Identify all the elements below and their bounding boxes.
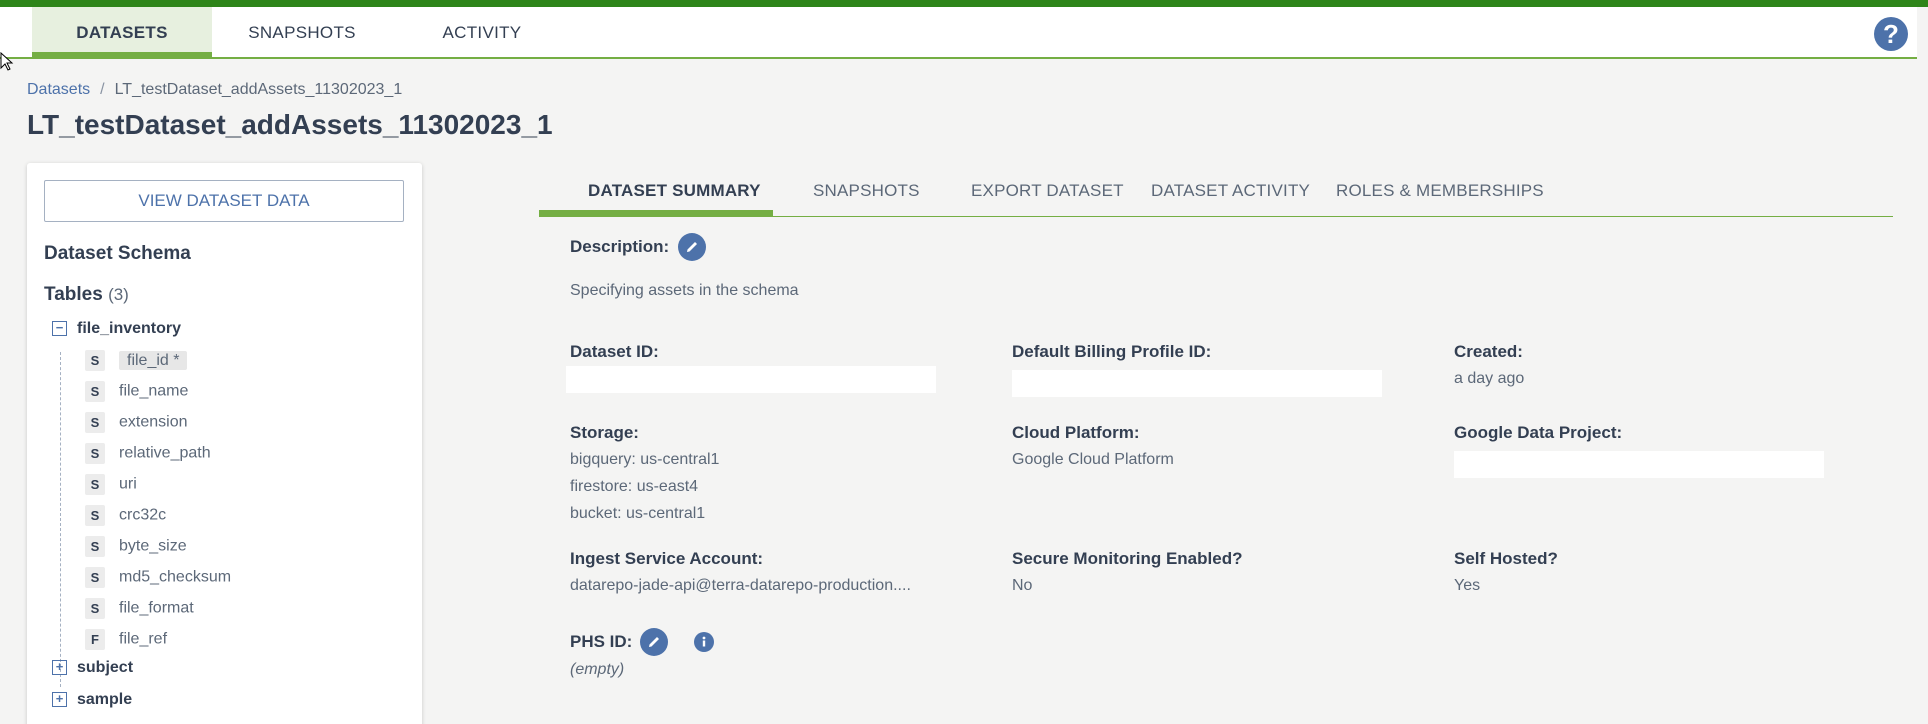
billing-profile-label: Default Billing Profile ID: — [1012, 342, 1212, 361]
brand-stripe — [0, 0, 1928, 7]
table-item-file-inventory[interactable]: − file_inventory — [52, 320, 181, 342]
view-dataset-data-button[interactable]: VIEW DATASET DATA — [44, 180, 404, 222]
column-row[interactable]: Smd5_checksum — [85, 567, 231, 591]
column-type-badge: S — [85, 381, 105, 402]
google-data-project-value — [1454, 451, 1824, 478]
column-row[interactable]: Sextension — [85, 412, 188, 436]
column-type-badge: S — [85, 598, 105, 619]
tables-count: (3) — [108, 285, 129, 304]
top-navigation: DATASETS SNAPSHOTS ACTIVITY ? — [0, 7, 1917, 59]
table-name[interactable]: sample — [77, 691, 132, 708]
edit-description-button[interactable] — [678, 233, 706, 261]
column-row[interactable]: Sbyte_size — [85, 536, 187, 560]
column-type-badge: F — [85, 629, 105, 650]
tab-export-dataset[interactable]: EXPORT DATASET — [971, 181, 1124, 201]
column-type-badge: S — [85, 474, 105, 495]
cloud-platform-label: Cloud Platform: — [1012, 423, 1140, 442]
column-name[interactable]: extension — [119, 414, 188, 431]
column-type-badge: S — [85, 567, 105, 588]
self-hosted-label: Self Hosted? — [1454, 549, 1558, 568]
column-row[interactable]: Sfile_format — [85, 598, 194, 622]
secure-monitoring-label: Secure Monitoring Enabled? — [1012, 549, 1243, 568]
description-label: Description: — [570, 237, 670, 256]
tab-roles-memberships[interactable]: ROLES & MEMBERSHIPS — [1336, 181, 1544, 201]
expand-icon[interactable]: + — [52, 692, 67, 708]
tab-dataset-activity[interactable]: DATASET ACTIVITY — [1151, 181, 1310, 201]
table-item-subject[interactable]: + subject — [52, 659, 133, 681]
column-row[interactable]: Ffile_ref — [85, 629, 167, 653]
column-type-badge: S — [85, 443, 105, 464]
storage-bucket: bucket: us-central1 — [570, 505, 706, 522]
column-type-badge: S — [85, 536, 105, 557]
tab-dataset-summary[interactable]: DATASET SUMMARY — [588, 181, 761, 201]
tab-snapshots[interactable]: SNAPSHOTS — [813, 181, 920, 201]
breadcrumb-separator: / — [100, 81, 105, 98]
table-name[interactable]: subject — [77, 659, 133, 676]
column-row[interactable]: Sfile_id * — [85, 350, 188, 374]
nav-tab-activity[interactable]: ACTIVITY — [392, 7, 572, 59]
ingest-account-label: Ingest Service Account: — [570, 549, 764, 568]
tables-label: Tables — [44, 284, 103, 305]
column-row[interactable]: Sfile_name — [85, 381, 188, 405]
dataset-id-value — [566, 366, 936, 393]
breadcrumb-datasets-link[interactable]: Datasets — [27, 81, 90, 98]
billing-profile-value — [1012, 370, 1382, 397]
created-value: a day ago — [1454, 370, 1525, 387]
column-type-badge: S — [85, 412, 105, 433]
expand-icon[interactable]: + — [52, 660, 67, 676]
help-icon[interactable]: ? — [1874, 17, 1908, 51]
google-data-project-label: Google Data Project: — [1454, 423, 1623, 442]
column-row[interactable]: Scrc32c — [85, 505, 166, 529]
column-type-badge: S — [85, 350, 105, 371]
nav-tab-snapshots[interactable]: SNAPSHOTS — [212, 7, 392, 59]
column-name[interactable]: uri — [119, 476, 137, 493]
edit-phs-id-button[interactable] — [640, 628, 668, 656]
self-hosted-value: Yes — [1454, 577, 1481, 594]
column-name[interactable]: crc32c — [119, 507, 166, 524]
column-name[interactable]: md5_checksum — [119, 569, 231, 586]
active-tab-indicator — [539, 210, 773, 217]
page-title: LT_testDataset_addAssets_11302023_1 — [27, 109, 553, 140]
column-name[interactable]: relative_path — [119, 445, 211, 462]
column-name[interactable]: file_format — [119, 600, 194, 617]
table-name[interactable]: file_inventory — [77, 320, 181, 337]
column-name[interactable]: file_ref — [119, 631, 167, 648]
pencil-icon — [649, 637, 659, 647]
description-value: Specifying assets in the schema — [570, 282, 799, 299]
nav-tab-datasets[interactable]: DATASETS — [32, 7, 212, 59]
column-row[interactable]: Srelative_path — [85, 443, 211, 467]
secure-monitoring-value: No — [1012, 577, 1033, 594]
phs-info-button[interactable] — [694, 632, 714, 652]
column-name[interactable]: file_id * — [119, 350, 188, 370]
phs-id-label: PHS ID: — [570, 632, 633, 651]
created-label: Created: — [1454, 342, 1523, 361]
cloud-platform-value: Google Cloud Platform — [1012, 451, 1174, 468]
mouse-cursor-icon — [0, 52, 14, 71]
table-item-sample[interactable]: + sample — [52, 691, 132, 713]
collapse-icon[interactable]: − — [52, 321, 67, 337]
tree-connector — [60, 352, 61, 687]
info-icon — [702, 636, 706, 647]
column-row[interactable]: Suri — [85, 474, 137, 498]
tables-heading: Tables (3) — [44, 284, 129, 306]
dataset-id-label: Dataset ID: — [570, 342, 659, 361]
storage-bigquery: bigquery: us-central1 — [570, 451, 720, 468]
phs-id-value: (empty) — [570, 661, 625, 678]
pencil-icon — [687, 242, 697, 252]
storage-firestore: firestore: us-east4 — [570, 478, 699, 495]
schema-title: Dataset Schema — [44, 243, 191, 264]
breadcrumb-current: LT_testDataset_addAssets_11302023_1 — [114, 81, 403, 98]
column-type-badge: S — [85, 505, 105, 526]
column-name[interactable]: byte_size — [119, 538, 187, 555]
storage-label: Storage: — [570, 423, 639, 442]
column-name[interactable]: file_name — [119, 383, 188, 400]
breadcrumb: Datasets / LT_testDataset_addAssets_113020… — [27, 81, 402, 99]
ingest-account-value: datarepo-jade-api@terra-datarepo-product… — [570, 577, 911, 594]
